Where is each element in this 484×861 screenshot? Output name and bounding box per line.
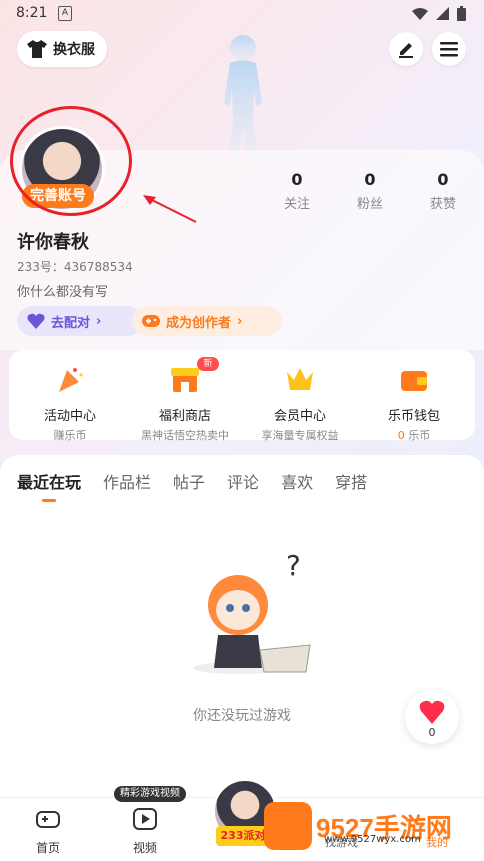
profile-tabs: 最近在玩 作品栏 帖子 评论 喜欢 穿搭 [17,469,367,493]
creator-label: 成为创作者 [166,315,232,331]
fans-label: 粉丝 [356,197,383,212]
nav-video[interactable]: 视频 [115,806,175,856]
pair-button[interactable]: 去配对 › [17,306,143,336]
avatar-hologram [224,35,262,158]
likes-label: 获赞 [429,197,456,212]
heart-icon [419,700,445,724]
chevron-right-icon: › [237,313,243,329]
coin-wallet[interactable]: 乐币钱包 0 乐币 [356,364,472,443]
nav-video-label: 视频 [132,841,157,855]
crown-icon [287,368,313,390]
fans-stat[interactable]: 0 粉丝 [340,170,400,212]
play-icon [133,808,157,830]
user-id: 233号：436788534 [17,260,133,274]
tab-works[interactable]: 作品栏 [103,469,151,493]
welfare-shop-subtitle: 黑神话悟空热卖中 [141,429,229,442]
wallet-icon [401,371,427,391]
like-floating-button[interactable]: 0 [405,690,459,744]
highlight-circle [10,106,132,216]
hamburger-menu-icon [440,42,458,57]
center-label: 233派对 [216,826,270,846]
svg-text:?: ? [286,549,301,582]
clock: 8:21 [16,5,48,21]
member-center-title: 会员中心 [273,409,326,424]
coin-balance: 0 [397,429,405,442]
bio: 你什么都没有写 [17,285,109,300]
like-count: 0 [428,726,436,739]
welfare-shop[interactable]: 福利商店 黑神话悟空热卖中 [127,364,243,443]
chevron-right-icon: › [96,313,102,329]
coin-wallet-subtitle: 0 乐币 [356,427,472,443]
activity-center-subtitle: 赚乐币 [53,429,87,442]
sim-icon: A [58,6,72,21]
likes-stat[interactable]: 0 获赞 [413,170,473,212]
following-label: 关注 [283,197,310,212]
member-center-subtitle: 享海量专属权益 [261,429,339,442]
pencil-icon [399,43,413,58]
fans-count: 0 [364,170,376,189]
coin-wallet-title: 乐币钱包 [387,409,440,424]
menu-button[interactable] [432,32,466,66]
pair-label: 去配对 [51,315,91,331]
wifi-icon [412,7,428,20]
become-creator-button[interactable]: 成为创作者 › [132,306,282,336]
activity-center-title: 活动中心 [43,409,96,424]
nav-home[interactable]: 首页 [18,806,78,856]
gamepad-icon [36,811,60,828]
nav-mine[interactable]: 我的 [426,834,448,850]
heart-icon [27,313,45,329]
tab-recent-played[interactable]: 最近在玩 [17,469,81,493]
nav-home-label: 首页 [35,841,60,855]
status-bar: 8:21 A [0,0,484,28]
edit-button[interactable] [389,32,423,66]
tshirt-icon [27,40,47,58]
red-arrow-annotation [143,195,197,223]
member-center[interactable]: 会员中心 享海量专属权益 [242,364,358,443]
gamepad-icon [142,315,160,327]
following-stat[interactable]: 0 关注 [267,170,327,212]
username: 许你春秋 [17,232,89,253]
watermark: 9527手游网 www.9527wyx.com [264,800,482,852]
active-tab-indicator [42,499,56,502]
change-outfit-label: 换衣服 [53,42,95,58]
coin-unit: 乐币 [404,429,431,442]
welfare-shop-title: 福利商店 [158,409,211,424]
following-count: 0 [291,170,303,189]
activity-center[interactable]: 活动中心 赚乐币 [12,364,128,443]
shop-icon [171,368,199,392]
video-tooltip: 精彩游戏视频 [114,786,186,802]
tab-comments[interactable]: 评论 [227,469,259,493]
party-popper-icon [59,368,83,392]
nav-find-games[interactable]: 找游戏 [325,834,358,850]
empty-state-illustration: ? [193,549,311,674]
new-badge: 新 [197,357,219,371]
tab-outfits[interactable]: 穿搭 [335,469,367,493]
tab-posts[interactable]: 帖子 [173,469,205,493]
battery-icon [457,6,466,21]
tab-likes[interactable]: 喜欢 [281,469,313,493]
status-icons [412,6,466,21]
likes-count: 0 [437,170,449,189]
change-outfit-button[interactable]: 换衣服 [17,31,107,67]
horse-logo-icon [264,802,312,850]
signal-icon [436,7,449,20]
